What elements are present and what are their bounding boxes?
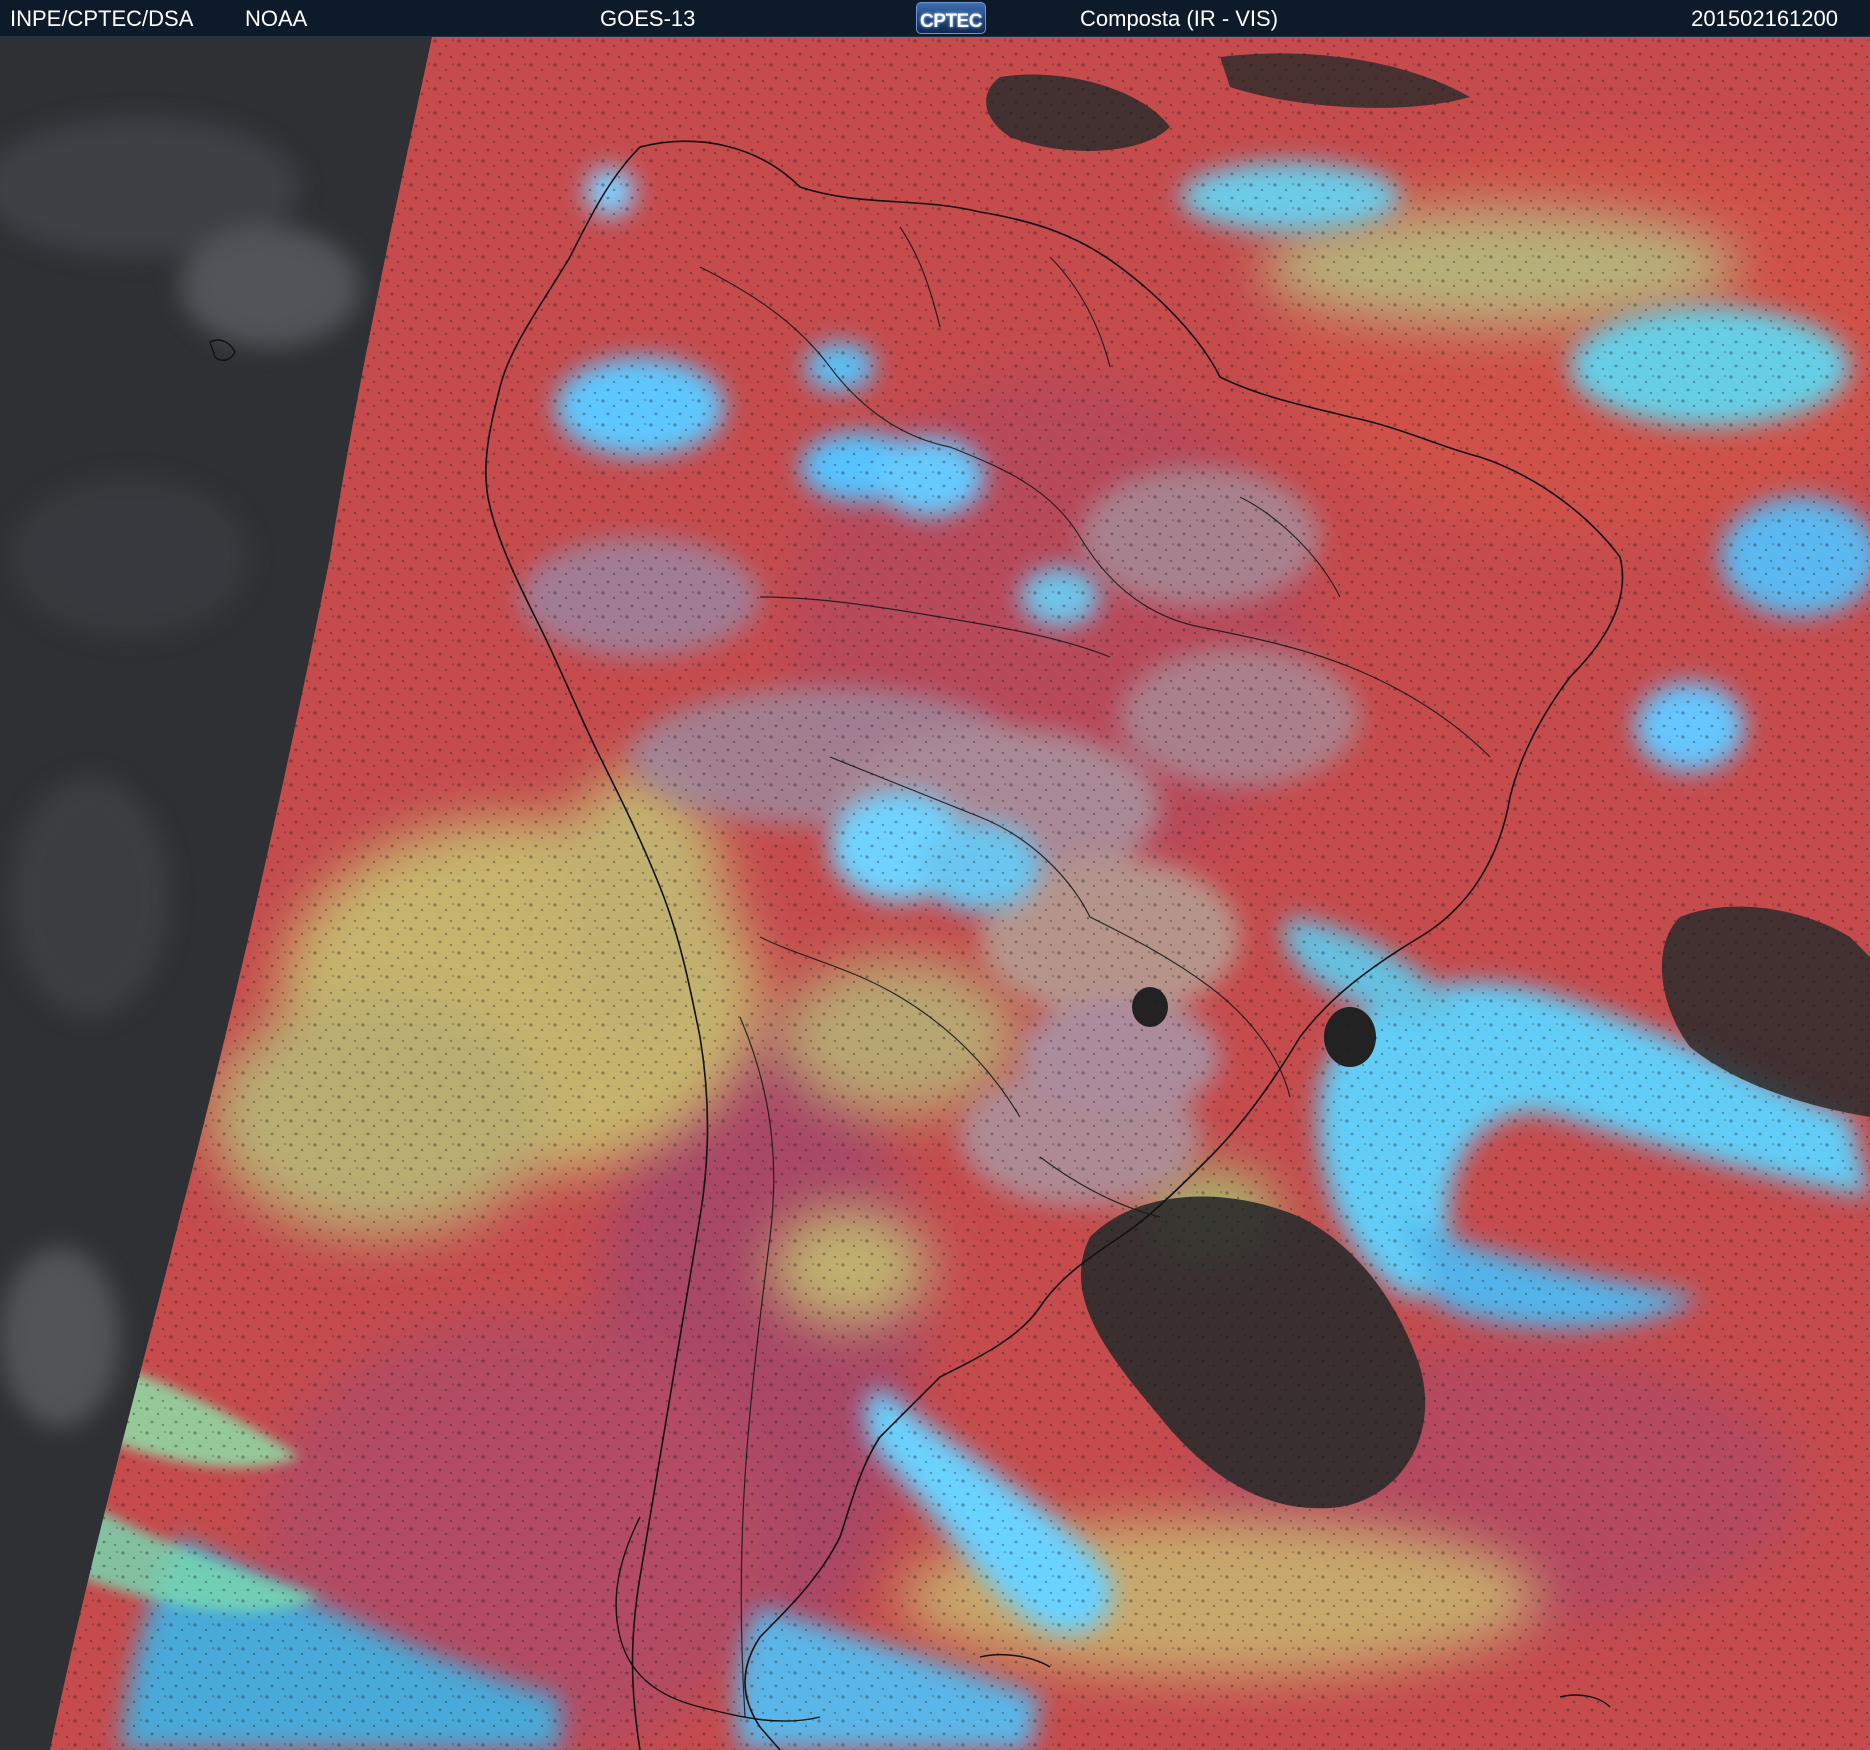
organization-label: INPE/CPTEC/DSA: [10, 6, 194, 31]
cptec-logo-icon: CPTEC: [916, 2, 986, 34]
timestamp-label: 201502161200: [1691, 6, 1838, 31]
logo-text: CPTEC: [920, 11, 982, 32]
satellite-composite-image: [0, 37, 1870, 1750]
satellite-composite-svg: [0, 37, 1870, 1750]
satellite-label: GOES-13: [600, 6, 696, 31]
agency-label: NOAA: [245, 6, 308, 31]
product-label: Composta (IR - VIS): [1080, 6, 1279, 31]
image-header-bar: INPE/CPTEC/DSA NOAA GOES-13 CPTEC Compos…: [0, 0, 1870, 37]
